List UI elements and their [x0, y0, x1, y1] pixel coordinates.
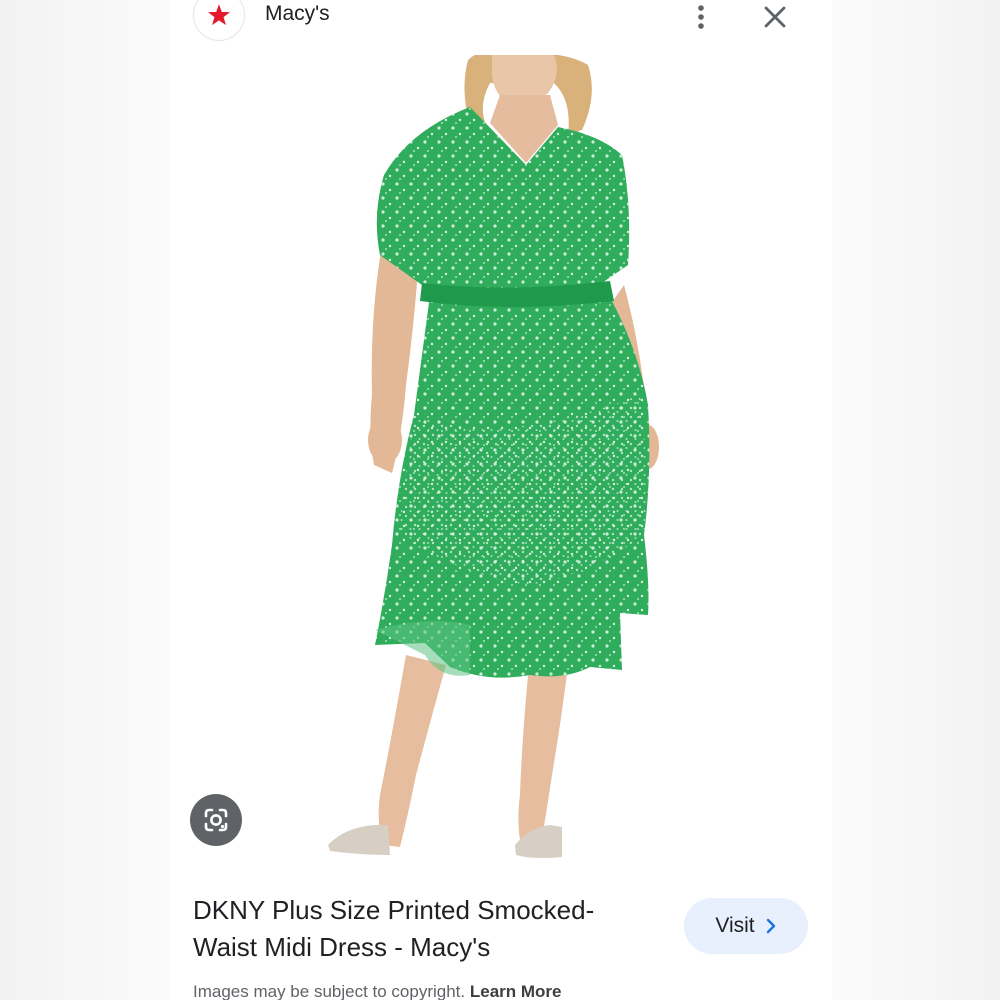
left-hand — [368, 416, 402, 464]
learn-more-link[interactable]: Learn More — [470, 982, 562, 1000]
site-name[interactable]: Macy's — [265, 2, 330, 26]
google-lens-button[interactable] — [190, 794, 242, 846]
visit-label: Visit — [715, 914, 755, 937]
more-options-button[interactable] — [686, 2, 716, 32]
macys-star-icon — [207, 4, 231, 26]
close-icon — [764, 6, 786, 28]
copyright-notice: Images may be subject to copyright. Lear… — [193, 982, 562, 1000]
more-vert-icon — [698, 5, 704, 29]
visit-button[interactable]: Visit — [684, 898, 808, 954]
chevron-right-icon — [766, 918, 775, 934]
right-backdrop — [832, 0, 1000, 1000]
result-title[interactable]: DKNY Plus Size Printed Smocked-Waist Mid… — [193, 892, 643, 966]
site-favicon[interactable] — [194, 0, 244, 40]
image-preview-panel: Macy's DKNY Plus Size Printed Smocked-Wa… — [170, 0, 832, 1000]
copyright-text: Images may be subject to copyright. — [193, 982, 466, 1000]
google-lens-icon — [204, 808, 228, 832]
close-button[interactable] — [760, 2, 790, 32]
left-backdrop — [0, 0, 170, 1000]
preview-header: Macy's — [170, 0, 832, 44]
product-image[interactable] — [170, 55, 832, 865]
